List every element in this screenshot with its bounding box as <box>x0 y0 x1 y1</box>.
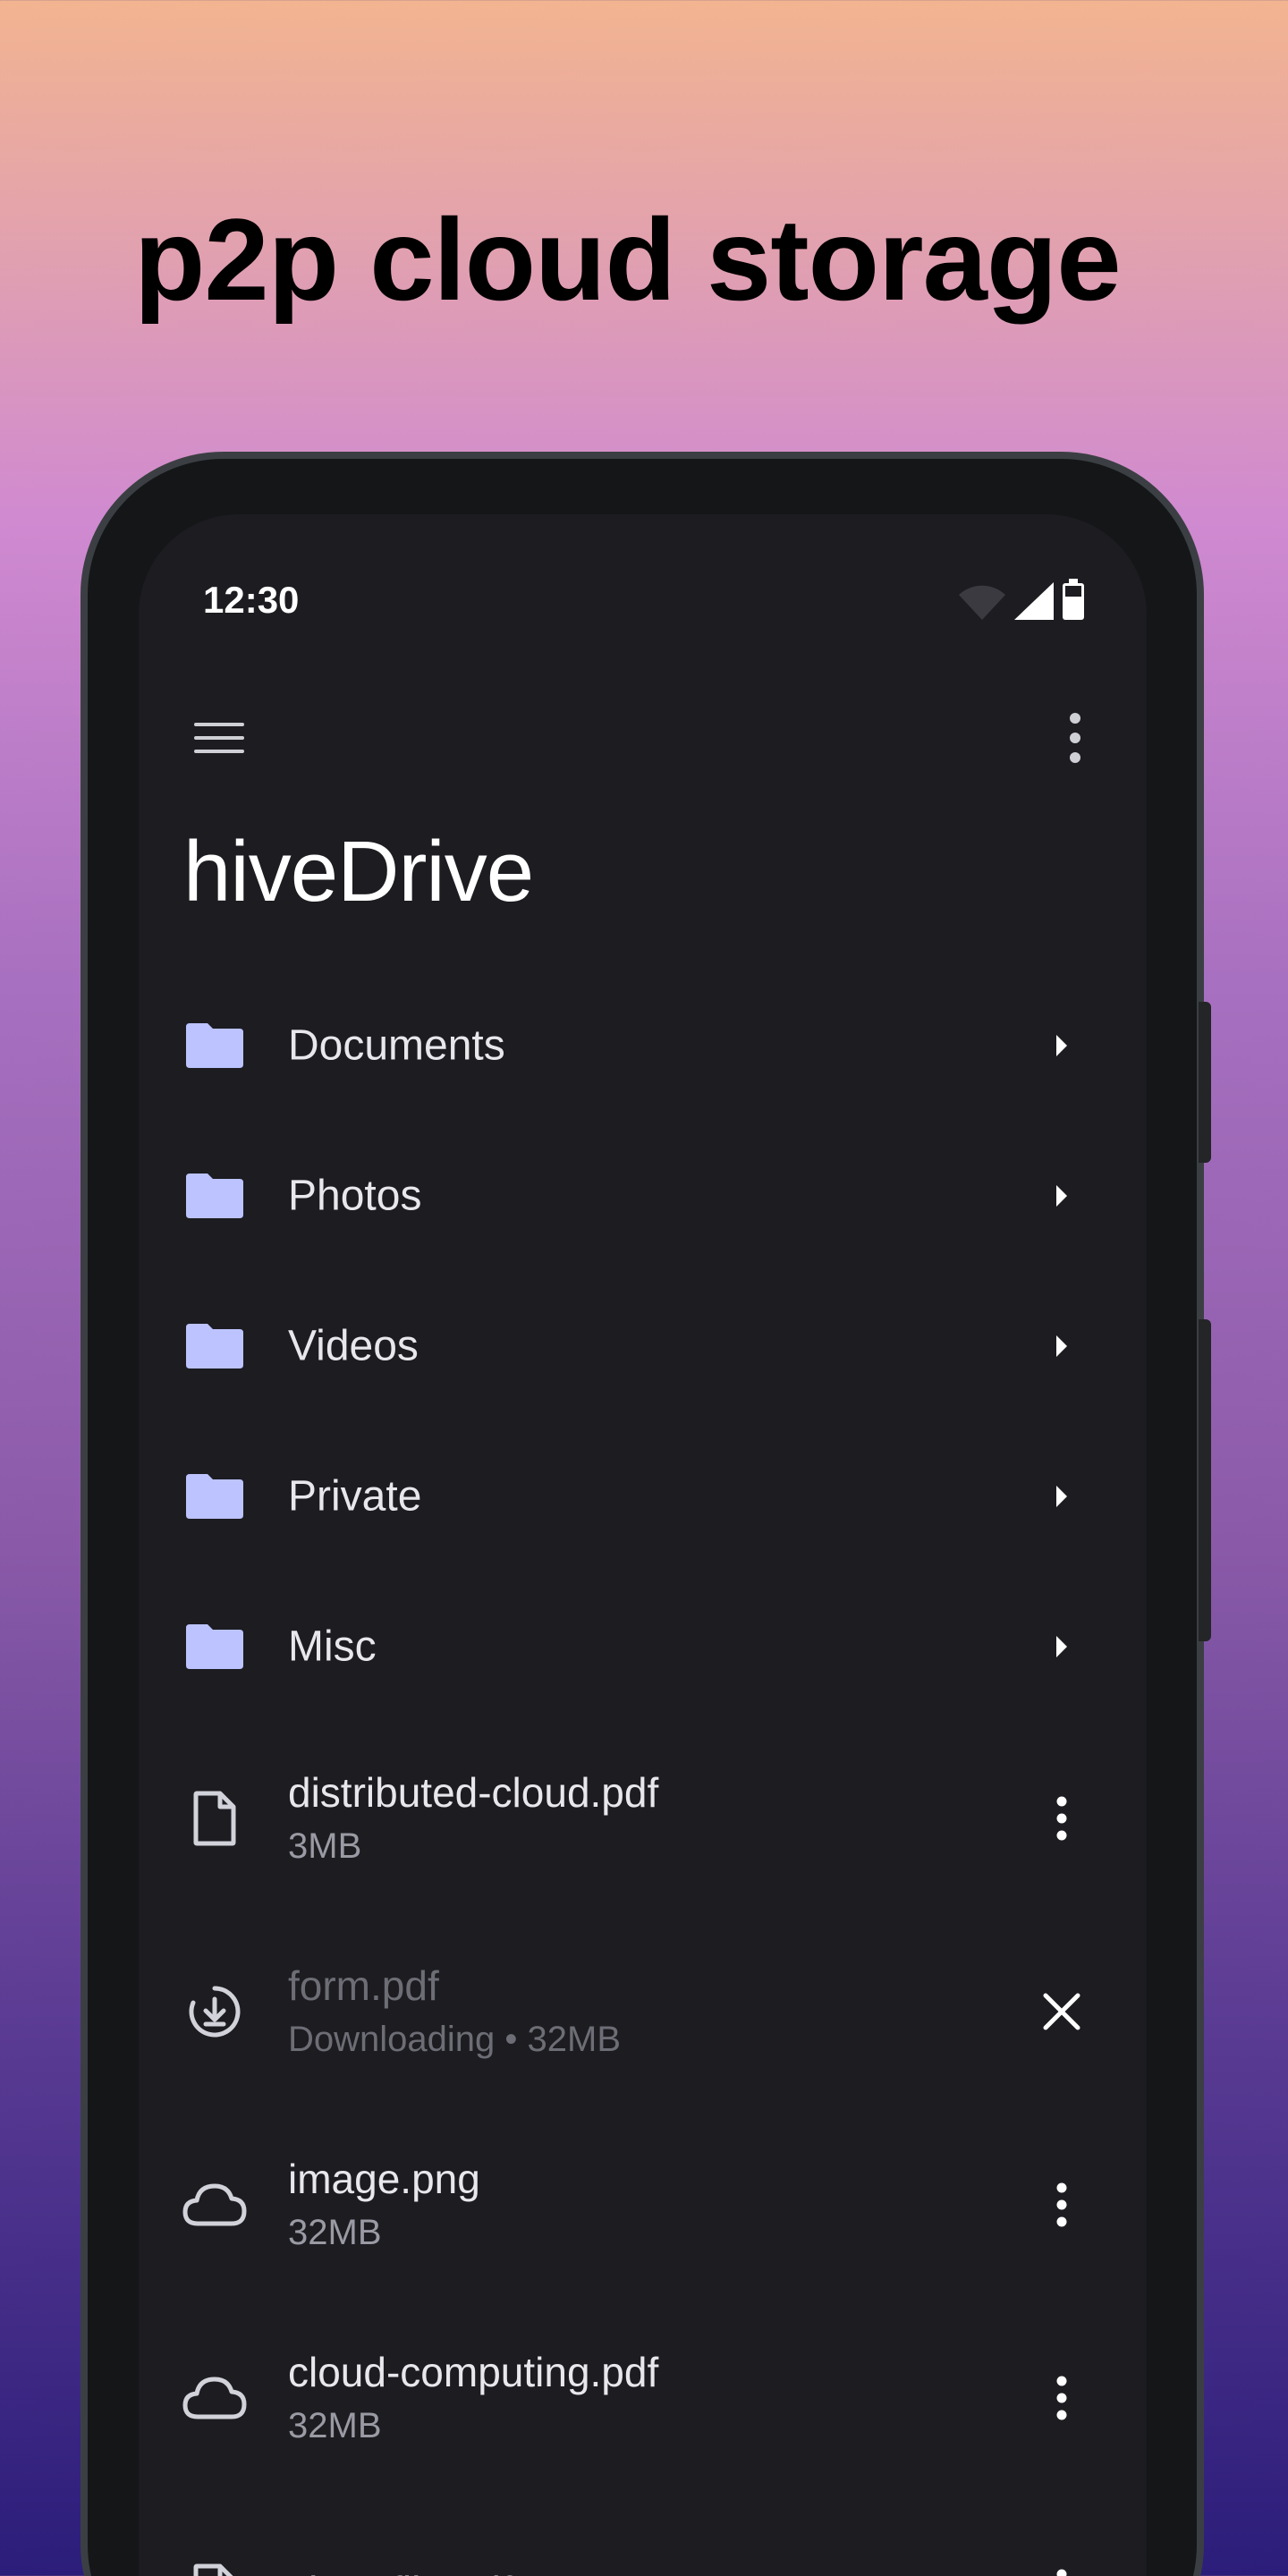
more-vert-icon <box>1056 2376 1067 2420</box>
more-vert-icon <box>1070 713 1080 763</box>
file-options-button[interactable] <box>1026 1783 1097 1854</box>
file-document-icon <box>193 1791 236 1846</box>
chevron-right-icon <box>1056 1486 1067 1507</box>
phone-volume-button <box>1199 1319 1211 1641</box>
phone-power-button <box>1199 1002 1211 1163</box>
file-name: form.pdf <box>288 1962 439 2009</box>
file-meta: Downloading • 32MB <box>288 2020 621 2059</box>
menu-button[interactable] <box>183 702 255 774</box>
more-vert-icon <box>1056 1796 1067 1841</box>
folder-label: Misc <box>288 1623 377 1671</box>
signal-icon <box>1014 582 1054 620</box>
folder-label: Videos <box>288 1322 419 1370</box>
phone-screen: 12:30 hiveDrive Documents Photos Videos … <box>139 514 1147 2576</box>
file-item-image[interactable]: image.png 32MB <box>139 2108 1147 2301</box>
status-time: 12:30 <box>203 579 300 621</box>
cloud-icon <box>182 2377 247 2419</box>
folder-item-documents[interactable]: Documents <box>139 970 1147 1121</box>
hamburger-menu-icon <box>194 723 244 753</box>
file-options-button[interactable] <box>1026 2362 1097 2434</box>
file-meta: 3MB <box>288 1826 362 1866</box>
battery-icon <box>1063 579 1084 620</box>
folder-label: Private <box>288 1472 422 1521</box>
file-options-button[interactable] <box>1026 2555 1097 2576</box>
more-vert-icon <box>1056 2182 1067 2227</box>
folder-icon <box>186 1474 243 1519</box>
file-meta: 32MB <box>288 2213 382 2252</box>
file-name: image.png <box>288 2156 480 2202</box>
chevron-right-icon <box>1056 1335 1067 1357</box>
folder-label: Photos <box>288 1172 422 1220</box>
file-list: Documents Photos Videos Private Misc dis… <box>139 970 1147 2576</box>
more-vert-icon <box>1056 2569 1067 2576</box>
file-item-form[interactable]: form.pdf Downloading • 32MB <box>139 1915 1147 2108</box>
headline: p2p cloud storage <box>134 194 1122 325</box>
close-icon <box>1043 1993 1080 2030</box>
folder-item-misc[interactable]: Misc <box>139 1572 1147 1722</box>
folder-icon <box>186 1624 243 1669</box>
chevron-right-icon <box>1056 1185 1067 1207</box>
status-bar: 12:30 <box>139 514 1147 621</box>
file-name: distributed-cloud.pdf <box>288 1769 659 1816</box>
folder-icon <box>186 1324 243 1368</box>
overflow-menu-button[interactable] <box>1039 702 1111 774</box>
file-document-icon <box>193 2563 233 2576</box>
file-meta: 32MB <box>288 2406 382 2445</box>
download-progress-icon <box>189 1986 241 2038</box>
file-item-distributed-cloud[interactable]: distributed-cloud.pdf 3MB <box>139 1722 1147 1915</box>
file-options-button[interactable] <box>1026 2169 1097 2241</box>
cancel-download-button[interactable] <box>1026 1976 1097 2047</box>
file-name: cloud-computing.pdf <box>288 2349 659 2395</box>
folder-label: Documents <box>288 1021 505 1070</box>
chevron-right-icon <box>1056 1636 1067 1657</box>
folder-icon <box>186 1174 243 1218</box>
folder-item-photos[interactable]: Photos <box>139 1121 1147 1271</box>
folder-icon <box>186 1023 243 1068</box>
cloud-icon <box>182 2183 247 2226</box>
chevron-right-icon <box>1056 1035 1067 1056</box>
wifi-icon <box>959 585 1005 620</box>
folder-item-videos[interactable]: Videos <box>139 1271 1147 1421</box>
file-item-sharefile[interactable]: sharefile.pdf <box>139 2495 1147 2576</box>
file-item-cloud-computing[interactable]: cloud-computing.pdf 32MB <box>139 2301 1147 2495</box>
file-name: sharefile.pdf <box>288 2563 513 2576</box>
folder-item-private[interactable]: Private <box>139 1421 1147 1572</box>
status-icons <box>959 579 1084 620</box>
app-title: hiveDrive <box>183 824 534 919</box>
